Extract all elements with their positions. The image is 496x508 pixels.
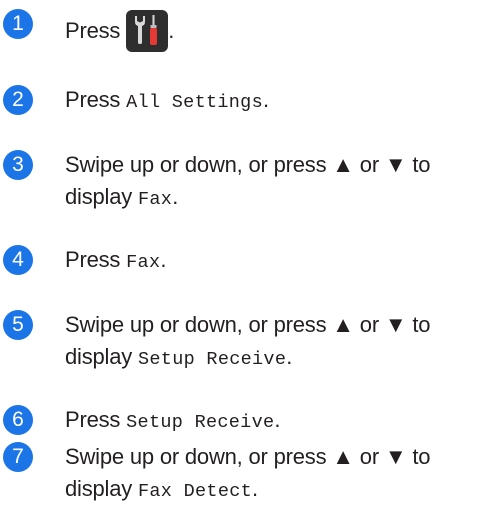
step-text-trail: . (172, 184, 179, 209)
step-text: Swipe up or down, or press ▲ or ▼ to dis… (65, 309, 492, 376)
step-text-trail: . (252, 476, 258, 501)
step-number-badge: 4 (3, 245, 33, 275)
step-text: Press . (65, 8, 492, 52)
step-text-lead: display (65, 476, 138, 501)
menu-item-fax: Fax (138, 189, 173, 210)
step-text: Swipe up or down, or press ▲ or ▼ to dis… (65, 149, 492, 216)
step-text-trail: . (262, 87, 269, 112)
step-text-trail: . (168, 18, 175, 43)
menu-item-setup-receive: Setup Receive (138, 349, 287, 370)
step-number-badge: 2 (3, 85, 33, 115)
menu-item-all-settings: All Settings (126, 92, 263, 113)
step-text: Swipe up or down, or press ▲ or ▼ to dis… (65, 441, 492, 508)
step-text-line-2: display Fax. (65, 181, 492, 216)
step-number-badge: 6 (3, 405, 33, 435)
step-text-line-1: Swipe up or down, or press ▲ or ▼ to (65, 444, 431, 469)
step-text-lead: display (65, 344, 138, 369)
menu-item-fax: Fax (126, 252, 161, 273)
step-text-trail: . (160, 247, 167, 272)
step-number-badge: 5 (3, 310, 33, 340)
step-number-badge: 1 (3, 9, 33, 39)
step-text-lead: Press (65, 87, 127, 112)
step-text-line-2: display Setup Receive. (65, 341, 492, 376)
step-text-line-2: display Fax Detect. (65, 473, 492, 508)
step-text-lead: Press (65, 18, 121, 43)
step-text-line-1: Swipe up or down, or press ▲ or ▼ to (65, 152, 431, 177)
step-text-lead: display (65, 184, 138, 209)
step-text-lead: Press (65, 407, 127, 432)
step-text-trail: . (274, 407, 281, 432)
step-text-lead: Press (65, 247, 127, 272)
step-number-badge: 7 (3, 442, 33, 472)
settings-tools-icon[interactable] (126, 10, 169, 52)
step-text-line-1: Swipe up or down, or press ▲ or ▼ to (65, 312, 431, 337)
menu-item-fax-detect: Fax Detect (138, 481, 253, 502)
step-text: Press Setup Receive. (65, 404, 492, 439)
step-number-badge: 3 (3, 150, 33, 180)
menu-item-setup-receive: Setup Receive (126, 412, 275, 433)
step-text-trail: . (286, 344, 293, 369)
step-text: Press All Settings. (65, 84, 492, 119)
step-text: Press Fax. (65, 244, 492, 279)
